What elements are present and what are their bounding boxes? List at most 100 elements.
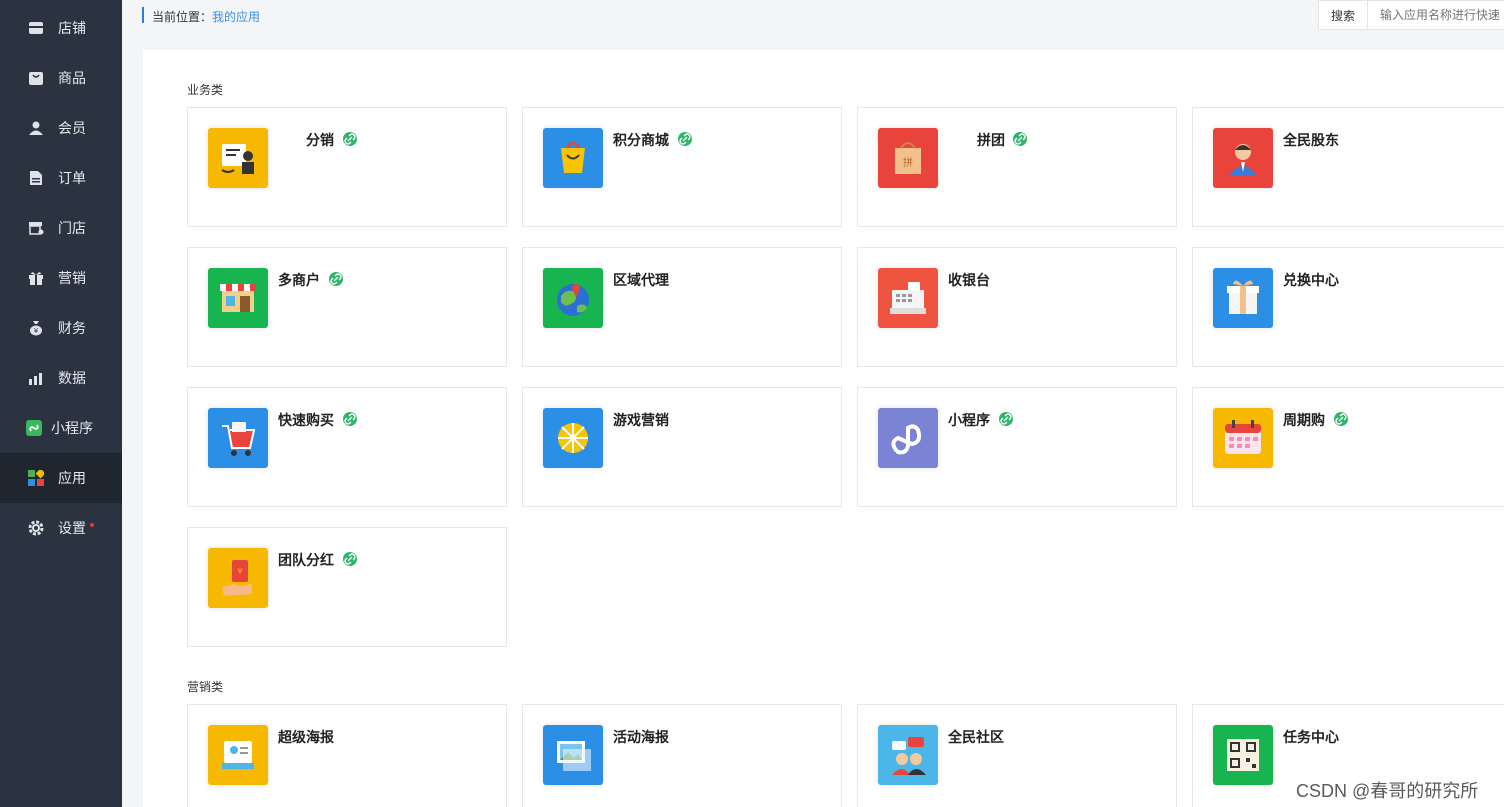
- sidebar-item-label: 会员: [58, 120, 86, 136]
- sidebar-item-order[interactable]: 订单: [0, 153, 122, 203]
- sidebar-item-label: 店铺: [58, 20, 86, 36]
- sidebar-item-data[interactable]: 数据: [0, 353, 122, 403]
- sidebar-item-label: 应用: [58, 470, 86, 486]
- app-title: 分销: [306, 132, 334, 148]
- prize-wheel-icon: [543, 408, 603, 468]
- app-card-quick-buy[interactable]: 快速购买: [187, 387, 507, 507]
- red-envelope-icon: ¥: [208, 548, 268, 608]
- community-icon: [878, 725, 938, 785]
- storefront-icon: [208, 268, 268, 328]
- shop-icon: [28, 220, 44, 236]
- store-icon: [28, 20, 44, 36]
- search-button[interactable]: 搜索: [1318, 0, 1368, 30]
- app-title: 收银台: [948, 272, 990, 288]
- order-icon: [28, 170, 44, 186]
- app-title: 活动海报: [613, 729, 669, 745]
- app-card-event-poster[interactable]: 活动海报: [522, 704, 842, 807]
- app-title: 积分商城: [613, 132, 669, 148]
- svg-text:¥: ¥: [34, 327, 39, 335]
- app-card-subscription[interactable]: 周期购: [1192, 387, 1504, 507]
- app-title: 兑换中心: [1283, 272, 1339, 288]
- qr-code-icon: [1213, 725, 1273, 785]
- globe-icon: [543, 268, 603, 328]
- breadcrumb-marker: [142, 7, 144, 23]
- sidebar-item-shop[interactable]: 门店: [0, 203, 122, 253]
- sidebar-item-label: 数据: [58, 370, 86, 386]
- app-title: 超级海报: [278, 729, 334, 745]
- cash-register-icon: [878, 268, 938, 328]
- watermark: CSDN @春哥的研究所: [1296, 781, 1479, 801]
- app-card-miniprogram[interactable]: 小程序: [857, 387, 1177, 507]
- apps-icon: [28, 470, 44, 486]
- shopping-bag-icon: [543, 128, 603, 188]
- chart-icon: [28, 370, 44, 386]
- app-title: 全民社区: [948, 729, 1004, 745]
- shareholder-icon: [1213, 128, 1273, 188]
- app-card-distribution[interactable]: 分销: [187, 107, 507, 227]
- search-input[interactable]: [1368, 0, 1504, 30]
- app-card-game-marketing[interactable]: 游戏营销: [522, 387, 842, 507]
- topbar: 当前位置：我的应用 搜索: [122, 0, 1504, 32]
- link-icon: [999, 412, 1013, 426]
- sidebar-item-label: 订单: [58, 170, 86, 186]
- gear-icon: [28, 520, 44, 536]
- miniprogram-icon: [26, 420, 42, 436]
- sidebar-item-apps[interactable]: 应用: [0, 453, 122, 503]
- sidebar-item-marketing[interactable]: 营销: [0, 253, 122, 303]
- app-title: 周期购: [1283, 412, 1325, 428]
- app-title: 快速购买: [278, 412, 334, 428]
- app-card-community[interactable]: 全民社区: [857, 704, 1177, 807]
- app-card-regional-agent[interactable]: 区域代理: [522, 247, 842, 367]
- sidebar-item-settings[interactable]: 设置: [0, 503, 122, 553]
- app-title: 任务中心: [1283, 729, 1339, 745]
- miniprogram-logo-icon: [878, 408, 938, 468]
- svg-text:拼: 拼: [903, 156, 913, 169]
- sidebar-item-store[interactable]: 店铺: [0, 3, 122, 53]
- sidebar-item-finance[interactable]: ¥ 财务: [0, 303, 122, 353]
- breadcrumb-current[interactable]: 我的应用: [212, 10, 260, 24]
- app-card-points-mall[interactable]: 积分商城: [522, 107, 842, 227]
- section-title-business: 业务类: [187, 83, 224, 97]
- app-title: 全民股东: [1283, 132, 1339, 148]
- link-icon: [678, 132, 692, 146]
- link-icon: [1013, 132, 1027, 146]
- member-icon: [28, 120, 44, 136]
- calendar-icon: [1213, 408, 1273, 468]
- app-card-team-dividend[interactable]: ¥ 团队分红: [187, 527, 507, 647]
- app-card-shareholder[interactable]: 全民股东: [1192, 107, 1504, 227]
- sidebar-item-member[interactable]: 会员: [0, 103, 122, 153]
- gift-box-icon: [1213, 268, 1273, 328]
- poster-icon: [208, 725, 268, 785]
- link-icon: [343, 552, 357, 566]
- product-icon: [28, 70, 44, 86]
- sidebar-item-label: 财务: [58, 320, 86, 336]
- app-card-multi-merchant[interactable]: 多商户: [187, 247, 507, 367]
- svg-text:¥: ¥: [237, 567, 242, 576]
- sidebar-item-label: 小程序: [51, 420, 93, 436]
- app-title: 多商户: [278, 272, 320, 288]
- section-title-marketing: 营销类: [187, 680, 224, 694]
- app-title: 小程序: [948, 412, 990, 428]
- breadcrumb-prefix: 当前位置：: [152, 10, 213, 24]
- app-title: 团队分红: [278, 552, 334, 568]
- photo-icon: [543, 725, 603, 785]
- sidebar-item-label: 营销: [58, 270, 86, 286]
- app-card-group-buy[interactable]: 拼 拼团: [857, 107, 1177, 227]
- app-card-super-poster[interactable]: 超级海报: [187, 704, 507, 807]
- notification-dot: [90, 523, 94, 527]
- sidebar: 店铺 商品 会员 订单 门店 营销 ¥ 财务 数据 小程序 应用 设置: [0, 0, 122, 807]
- sidebar-item-label: 设置: [58, 520, 86, 536]
- link-icon: [343, 132, 357, 146]
- app-card-cashier[interactable]: 收银台: [857, 247, 1177, 367]
- app-title: 拼团: [977, 132, 1005, 148]
- sidebar-item-label: 商品: [58, 70, 86, 86]
- app-card-exchange-center[interactable]: 兑换中心: [1192, 247, 1504, 367]
- app-title: 游戏营销: [613, 412, 669, 428]
- sidebar-item-label: 门店: [58, 220, 86, 236]
- distribution-icon: [208, 128, 268, 188]
- sidebar-item-miniprogram[interactable]: 小程序: [0, 403, 122, 453]
- shopping-cart-icon: [208, 408, 268, 468]
- gift-icon: [28, 270, 44, 286]
- sidebar-item-product[interactable]: 商品: [0, 53, 122, 103]
- app-title: 区域代理: [613, 272, 669, 288]
